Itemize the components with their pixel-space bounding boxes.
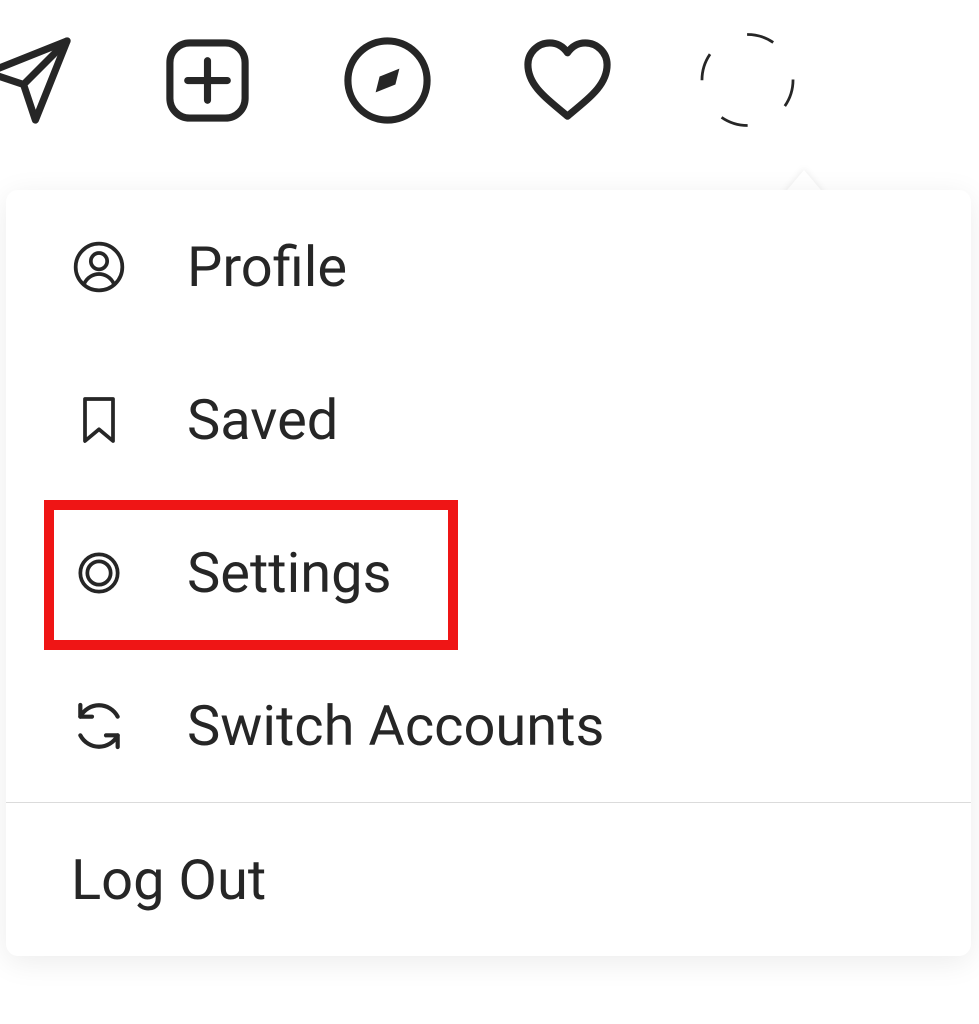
menu-item-settings[interactable]: Settings: [6, 496, 971, 649]
menu-item-label: Log Out: [71, 847, 266, 913]
menu-item-label: Profile: [187, 234, 347, 300]
menu-item-switch-accounts[interactable]: Switch Accounts: [6, 649, 971, 802]
menu-item-profile[interactable]: Profile: [6, 190, 971, 343]
menu-item-saved[interactable]: Saved: [6, 343, 971, 496]
menu-item-label: Switch Accounts: [187, 693, 604, 759]
menu-item-label: Saved: [187, 387, 338, 453]
profile-dropdown: Profile Saved Settings: [6, 190, 971, 956]
bookmark-icon: [71, 392, 127, 448]
swap-icon: [71, 698, 127, 754]
menu-item-logout[interactable]: Log Out: [6, 803, 971, 956]
send-icon[interactable]: [0, 33, 75, 128]
top-nav: [0, 0, 979, 160]
activity-heart-icon[interactable]: [520, 33, 615, 128]
profile-avatar-icon[interactable]: [700, 33, 795, 128]
user-circle-icon: [71, 239, 127, 295]
explore-icon[interactable]: [340, 33, 435, 128]
new-post-icon[interactable]: [160, 33, 255, 128]
menu-item-label: Settings: [187, 540, 391, 606]
gear-icon: [71, 545, 127, 601]
